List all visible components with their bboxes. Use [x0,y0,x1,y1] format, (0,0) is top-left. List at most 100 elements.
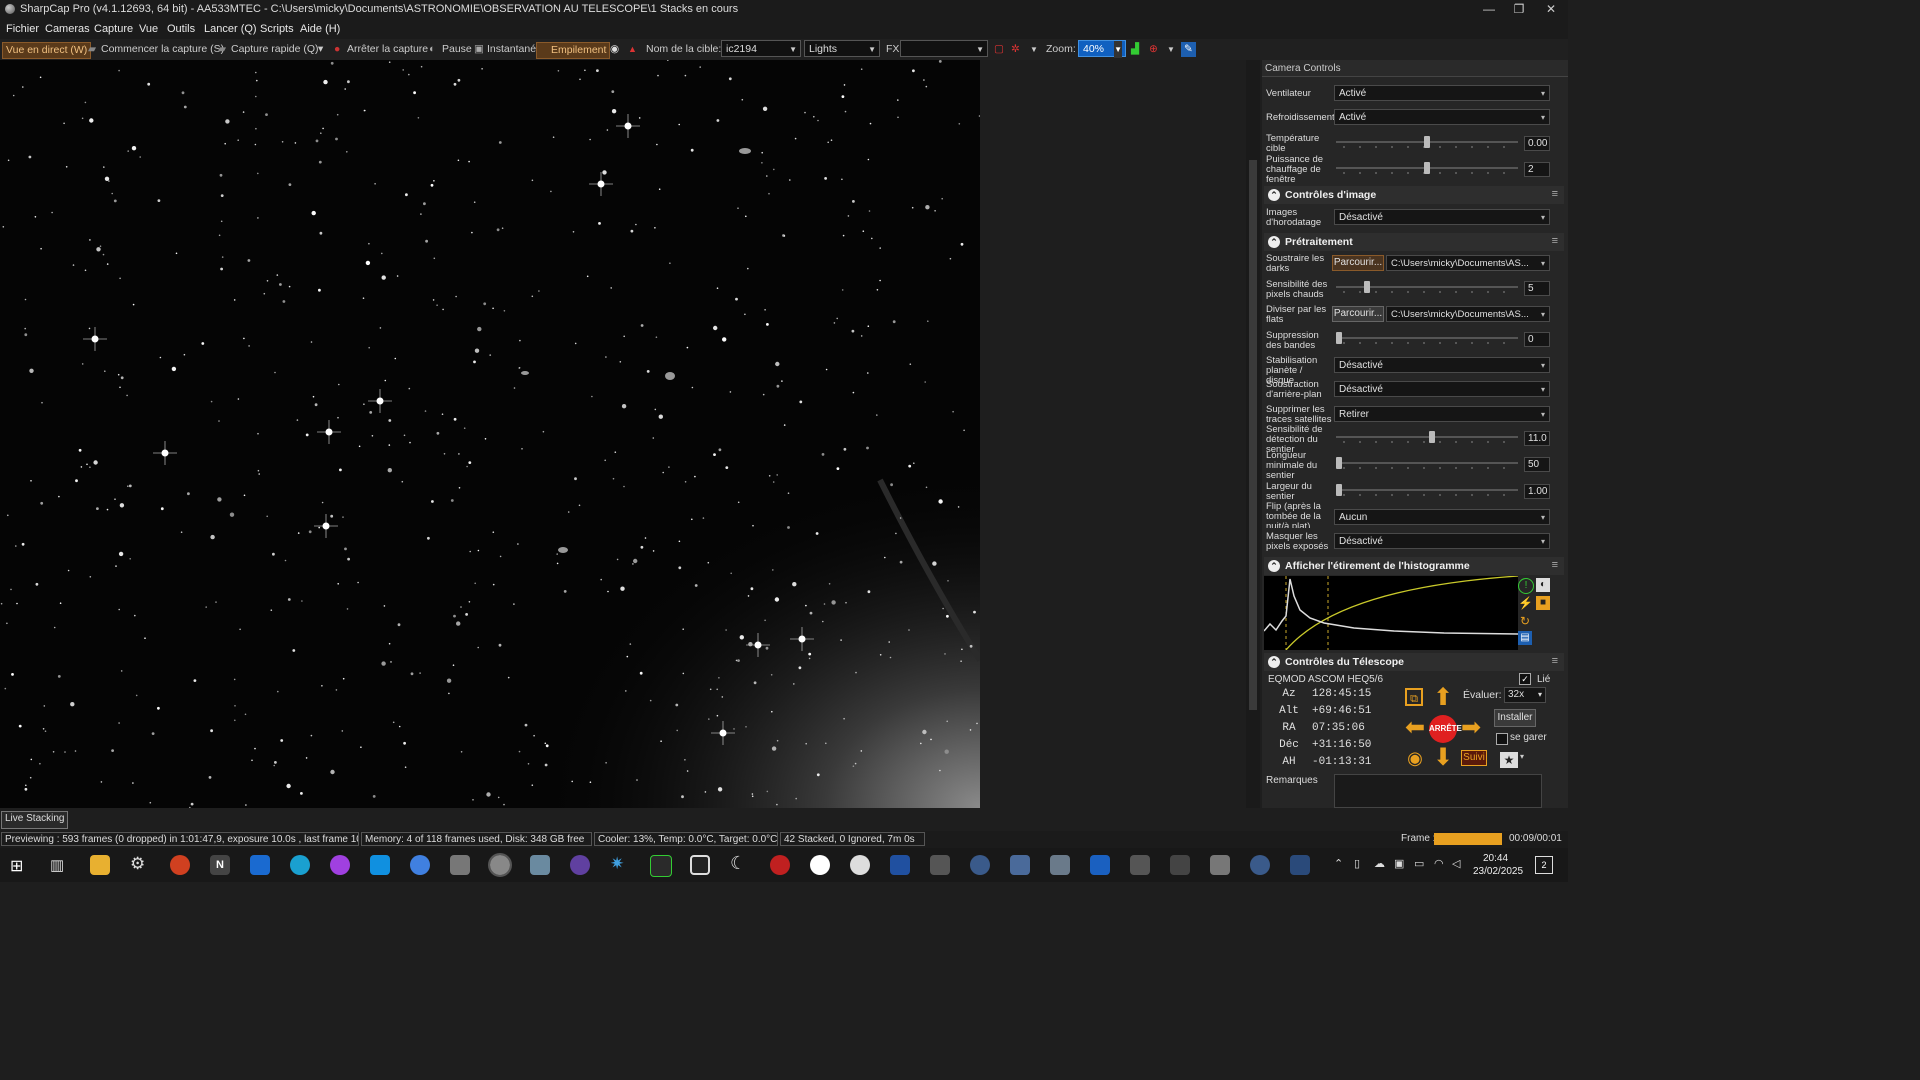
timestamp-dropdown[interactable]: Désactivé ▾ [1334,209,1550,225]
messenger-icon[interactable] [330,855,350,875]
app-icon-22[interactable] [1210,855,1230,875]
lock-icon[interactable]: ■ [1536,596,1550,610]
app-icon-3[interactable] [410,855,430,875]
app-icon-15[interactable] [930,855,950,875]
app-icon-18[interactable] [1050,855,1070,875]
mask-dropdown[interactable]: Désactivé ▾ [1334,533,1550,549]
menu-outils[interactable]: Outils [167,23,195,35]
star-icon[interactable]: ★ [1500,752,1518,768]
menu-cameras[interactable]: Cameras [45,23,90,35]
task-view-icon[interactable]: ▥ [50,856,64,874]
app-icon-21[interactable] [1170,855,1190,875]
chevron-down-icon[interactable]: ▾ [1520,752,1524,761]
app-icon-7[interactable]: ✷ [610,854,624,874]
menu-aide[interactable]: Aide (H) [300,23,340,35]
banding-value[interactable]: 0 [1524,332,1550,347]
trail-sensitivity-slider[interactable] [1336,431,1518,445]
chevron-down-icon[interactable]: ▼ [1167,42,1175,57]
pause-button[interactable]: Pause [442,42,472,57]
crosshair-icon[interactable]: ✲ [1011,42,1020,57]
app-icon-8[interactable] [650,855,672,877]
app-icon-6[interactable] [570,855,590,875]
tray-chevron-icon[interactable]: ⌃ [1334,857,1343,870]
heater-value[interactable]: 2 [1524,162,1550,177]
app-icon-9[interactable] [690,855,710,875]
chevron-down-icon[interactable]: ▼ [1030,42,1038,57]
tray-icon-2[interactable]: ☁ [1374,857,1385,870]
start-capture-button[interactable]: Commencer la capture (S) [101,42,224,57]
magnify-icon[interactable]: ⊕ [1149,42,1158,57]
menu-lancer[interactable]: Lancer (Q) [204,23,257,35]
battery-icon[interactable]: ▭ [1414,857,1424,870]
pen-icon[interactable]: ✎ [1181,42,1196,57]
app-icon-13[interactable] [850,855,870,875]
east-arrow-icon[interactable]: ➡ [1458,715,1484,741]
contrast-icon[interactable]: ◐ [1536,578,1550,592]
tray-icon-1[interactable]: ▯ [1354,857,1360,870]
target-temp-slider[interactable] [1336,136,1518,150]
remarks-textarea[interactable] [1334,774,1542,808]
darks-path-dropdown[interactable]: C:\Users\micky\Documents\AS... ▾ [1386,255,1550,271]
app-icon-1[interactable] [170,855,190,875]
fan-dropdown[interactable]: Activé ▾ [1334,85,1550,101]
app-icon-20[interactable] [1130,855,1150,875]
histogram-icon[interactable]: ▟ [1131,42,1139,57]
notion-icon[interactable]: N [210,855,230,875]
lightning-icon[interactable]: ⚡ [1518,596,1533,610]
histogram-header[interactable]: ⌃ Afficher l'étirement de l'histogramme ≡ [1264,557,1564,575]
trail-min-length-value[interactable]: 50 [1524,457,1550,472]
stacking-button[interactable]: Empilement [536,42,611,59]
app-icon-19[interactable] [1090,855,1110,875]
track-button[interactable]: Suivi [1461,750,1487,766]
clock-time[interactable]: 20:44 [1483,853,1508,864]
save-icon[interactable]: ▤ [1518,631,1532,645]
tray-icon-3[interactable]: ▣ [1394,857,1404,870]
app-icon-14[interactable] [890,855,910,875]
browse-flats-button[interactable]: Parcourir... [1332,306,1384,322]
west-arrow-icon[interactable]: ⬅ [1402,715,1428,741]
sharpcap-icon[interactable] [488,853,512,877]
edge-icon[interactable] [290,855,310,875]
fx-combo[interactable]: ▼ [900,40,988,57]
live-stacking-tab[interactable]: Live Stacking [1,811,69,829]
install-button[interactable]: Installer [1494,709,1536,727]
wifi-icon[interactable]: ◠ [1434,857,1444,870]
banding-slider[interactable] [1336,332,1518,346]
app-icon-12[interactable] [810,855,830,875]
trail-width-slider[interactable] [1336,484,1518,498]
app-icon-10[interactable]: ☾ [730,853,746,874]
hot-pixels-slider[interactable] [1336,281,1518,295]
menu-vue[interactable]: Vue [139,23,158,35]
menu-capture[interactable]: Capture [94,23,133,35]
goto-icon[interactable]: ⧉ [1405,688,1423,706]
stop-capture-button[interactable]: Arrêter la capture [347,42,428,57]
south-arrow-icon[interactable]: ⬇ [1430,745,1456,771]
display-icon[interactable]: ◉ [610,42,619,57]
panel-scrollbar[interactable] [1246,60,1260,808]
hot-pixels-value[interactable]: 5 [1524,281,1550,296]
home-icon[interactable]: ◉ [1405,748,1425,768]
preprocessing-header[interactable]: ⌃ Prétraitement ≡ [1264,233,1564,251]
cooling-dropdown[interactable]: Activé ▾ [1334,109,1550,125]
flats-path-dropdown[interactable]: C:\Users\micky\Documents\AS... ▾ [1386,306,1550,322]
histogram-chart[interactable] [1264,576,1518,650]
quick-capture-button[interactable]: Capture rapide (Q) [231,42,319,57]
reset-icon[interactable]: ↻ [1518,614,1532,628]
stop-mount-button[interactable]: ARRÊTE [1429,715,1462,743]
trail-sensitivity-value[interactable]: 11.0 [1524,431,1550,446]
snapshot-button[interactable]: Instantané [487,42,536,57]
app-icon-17[interactable] [1010,855,1030,875]
linked-checkbox[interactable]: ✓ [1519,673,1531,685]
app-icon-16[interactable] [970,855,990,875]
menu-fichier[interactable]: Fichier [6,23,39,35]
minimize-button[interactable]: — [1474,2,1504,17]
heater-slider[interactable] [1336,162,1518,176]
notifications-icon[interactable]: 2 [1535,856,1553,874]
frame-type-combo[interactable]: Lights ▼ [804,40,880,57]
outlook-icon[interactable] [250,855,270,875]
image-viewport[interactable] [0,60,980,808]
close-button[interactable]: ✕ [1536,2,1566,17]
zoom-combo[interactable]: 40% ▼ [1078,40,1126,58]
browse-darks-button[interactable]: Parcourir... [1332,255,1384,271]
start-button[interactable]: ⊞ [10,856,23,876]
